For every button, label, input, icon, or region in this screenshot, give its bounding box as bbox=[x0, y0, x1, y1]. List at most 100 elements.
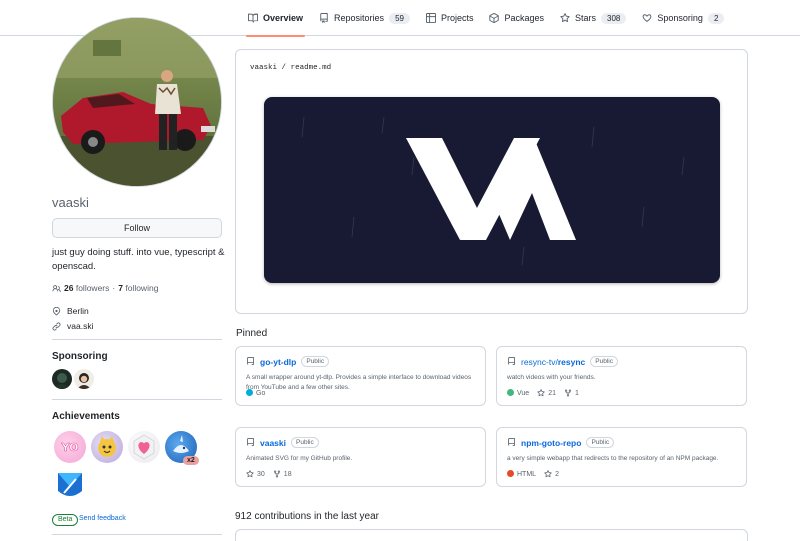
visibility-badge: Public bbox=[301, 356, 330, 367]
sponsoring-count: 2 bbox=[707, 12, 725, 24]
repo-forks-count: 18 bbox=[283, 470, 292, 478]
follow-stats: 26 followers · 7 following bbox=[52, 283, 158, 293]
yolo-achievement-badge[interactable]: YO bbox=[54, 431, 86, 463]
location-row: Berlin bbox=[52, 306, 89, 316]
readme-path: vaaski / readme.md bbox=[250, 64, 331, 72]
repo-card-header: resync-tv/resync Public bbox=[507, 356, 618, 367]
repo-stars-count: 21 bbox=[548, 389, 556, 397]
pinned-repo-card: resync-tv/resync Public watch videos wit… bbox=[496, 346, 747, 406]
repo-owner: resync-tv/ bbox=[521, 356, 558, 367]
repo-language-name: Go bbox=[256, 390, 266, 397]
follow-button[interactable]: Follow bbox=[52, 218, 222, 238]
repo-icon bbox=[320, 13, 328, 23]
repo-meta: Vue 21 1 bbox=[507, 389, 579, 397]
star-icon bbox=[246, 470, 254, 478]
repo-meta: HTML 2 bbox=[507, 470, 559, 478]
pinned-repo-card: npm-goto-repo Public a very simple webap… bbox=[496, 427, 747, 487]
readme-owner-link[interactable]: vaaski bbox=[250, 64, 277, 72]
tab-projects[interactable]: Projects bbox=[418, 0, 482, 36]
language-color-dot bbox=[507, 470, 514, 477]
followers-label: followers bbox=[75, 283, 110, 293]
vault-badge-icon bbox=[58, 473, 82, 496]
repo-icon bbox=[247, 438, 254, 446]
followers-link[interactable]: 26 followers bbox=[64, 283, 109, 293]
beta-label: Beta bbox=[52, 514, 79, 526]
repo-language: Go bbox=[246, 389, 265, 397]
quickdraw-achievement-badge[interactable] bbox=[91, 431, 123, 463]
repo-stars[interactable]: 2 bbox=[544, 470, 559, 478]
sidebar-divider bbox=[52, 399, 222, 400]
repo-card-header: go-yt-dlp Public bbox=[246, 356, 330, 367]
repo-language: HTML bbox=[507, 470, 536, 478]
repo-language-name: Vue bbox=[517, 390, 530, 397]
language-color-dot bbox=[246, 389, 253, 396]
sponsored-avatar-image bbox=[77, 373, 91, 389]
profile-bio: just guy doing stuff. into vue, typescri… bbox=[52, 247, 225, 272]
avatar[interactable] bbox=[52, 17, 222, 187]
repo-language: Vue bbox=[507, 389, 529, 397]
profile-readme: vaaski / readme.md bbox=[235, 49, 748, 314]
tab-sponsoring-label: Sponsoring bbox=[657, 13, 703, 23]
star-icon bbox=[544, 470, 552, 478]
arctic-code-vault-badge[interactable] bbox=[54, 469, 86, 501]
svg-text:YO: YO bbox=[61, 441, 79, 454]
repo-name-link[interactable]: go-yt-dlp bbox=[260, 357, 296, 367]
book-icon bbox=[248, 13, 258, 23]
tab-repositories[interactable]: Repositories 59 bbox=[311, 0, 418, 36]
repo-card-header: vaaski Public bbox=[246, 437, 319, 448]
tab-overview-label: Overview bbox=[263, 13, 304, 23]
sidebar-divider bbox=[52, 534, 222, 535]
repo-description: watch videos with your friends. bbox=[507, 374, 596, 381]
heart-achievement-badge[interactable] bbox=[128, 431, 160, 463]
repo-icon bbox=[247, 357, 254, 365]
fork-icon bbox=[565, 389, 571, 397]
sponsored-avatar-image bbox=[54, 373, 70, 389]
tab-projects-label: Projects bbox=[440, 13, 474, 23]
readme-banner-image bbox=[264, 97, 720, 283]
visibility-badge: Public bbox=[590, 356, 618, 367]
visibility-badge: Public bbox=[586, 437, 615, 448]
contributions-title: 912 contributions in the last year bbox=[235, 511, 379, 522]
repo-icon bbox=[508, 438, 515, 446]
repo-forks[interactable]: 18 bbox=[273, 470, 292, 478]
pinned-title: Pinned bbox=[236, 328, 268, 339]
repo-stars-count: 30 bbox=[257, 470, 265, 478]
repo-name-link[interactable]: vaaski bbox=[260, 438, 286, 448]
package-icon bbox=[489, 13, 500, 23]
link-icon bbox=[52, 322, 61, 330]
repo-forks[interactable]: 1 bbox=[564, 389, 579, 397]
tab-stars[interactable]: Stars 308 bbox=[552, 0, 634, 36]
avatar-photo bbox=[53, 18, 221, 186]
fork-icon bbox=[273, 470, 280, 478]
sponsored-user-avatar[interactable] bbox=[74, 369, 94, 389]
tab-packages[interactable]: Packages bbox=[481, 0, 552, 36]
language-color-dot bbox=[507, 389, 514, 396]
repo-name-link[interactable]: resync-tv/resync bbox=[521, 357, 585, 367]
tab-overview[interactable]: Overview bbox=[240, 0, 311, 37]
repo-stars[interactable]: 30 bbox=[246, 470, 265, 478]
visibility-badge: Public bbox=[291, 437, 319, 448]
heart-badge-icon bbox=[133, 434, 155, 460]
repo-name-link[interactable]: npm-goto-repo bbox=[521, 438, 581, 448]
followers-count: 26 bbox=[64, 283, 74, 293]
website-row: vaa.ski bbox=[52, 321, 93, 331]
tab-sponsoring[interactable]: Sponsoring 2 bbox=[634, 0, 732, 36]
repo-meta: 30 18 bbox=[246, 470, 292, 478]
readme-path-slash: / bbox=[281, 64, 287, 72]
pinned-repo-card: go-yt-dlp Public A small wrapper around … bbox=[235, 346, 486, 406]
following-link[interactable]: 7 following bbox=[118, 283, 158, 293]
pinned-repo-card: vaaski Public Animated SVG for my GitHub… bbox=[235, 427, 486, 487]
repo-stars[interactable]: 21 bbox=[537, 389, 556, 397]
location-icon bbox=[52, 306, 61, 315]
star-icon bbox=[537, 389, 545, 397]
heart-icon bbox=[643, 14, 652, 23]
send-feedback-link[interactable]: Send feedback bbox=[79, 515, 126, 522]
repo-description: a very simple webapp that redirects to t… bbox=[507, 455, 719, 462]
repo-card-header: npm-goto-repo Public bbox=[507, 437, 615, 448]
location-text: Berlin bbox=[67, 306, 89, 316]
website-link[interactable]: vaa.ski bbox=[67, 321, 93, 331]
repo-description: Animated SVG for my GitHub profile. bbox=[246, 455, 353, 462]
table-icon bbox=[425, 13, 436, 23]
repo-meta: Go bbox=[246, 389, 265, 397]
sponsored-user-avatar[interactable] bbox=[52, 369, 72, 389]
